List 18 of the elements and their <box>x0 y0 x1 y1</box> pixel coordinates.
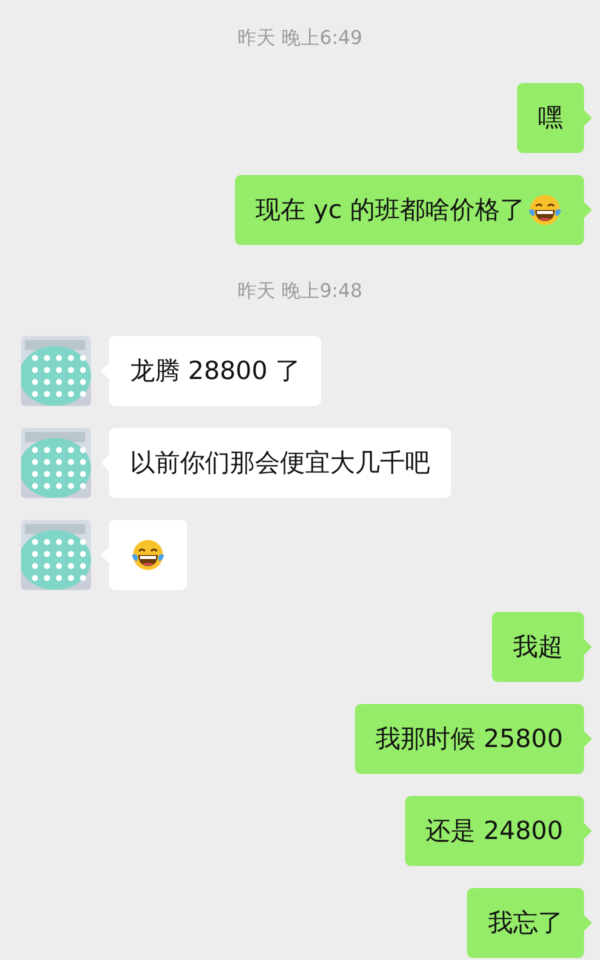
bubble-tail <box>584 639 592 655</box>
timestamp: 昨天 晚上9:48 <box>238 279 362 303</box>
laughing-tears-emoji-icon <box>130 537 166 573</box>
laughing-tears-emoji-icon <box>527 192 563 228</box>
message-bubble: 现在 yc 的班都啥价格了 <box>234 175 584 245</box>
message-bubble: 以前你们那会便宜大几千吧 <box>109 428 451 498</box>
message-bubble: 我那时候 25800 <box>354 704 584 774</box>
bubble-tail <box>584 731 592 747</box>
message-bubble: 还是 24800 <box>404 796 584 866</box>
bubble-tail <box>584 823 592 839</box>
timestamp: 昨天 晚上6:49 <box>238 26 362 50</box>
message-bubble: 我超 <box>492 612 584 682</box>
bubble-tail <box>584 110 592 126</box>
bubble-tail <box>584 915 592 931</box>
message-bubble: 龙腾 28800 了 <box>109 336 322 406</box>
message-bubble: 我忘了 <box>467 888 584 958</box>
message-bubble: 嘿 <box>517 83 584 153</box>
bubble-tail <box>584 202 592 218</box>
